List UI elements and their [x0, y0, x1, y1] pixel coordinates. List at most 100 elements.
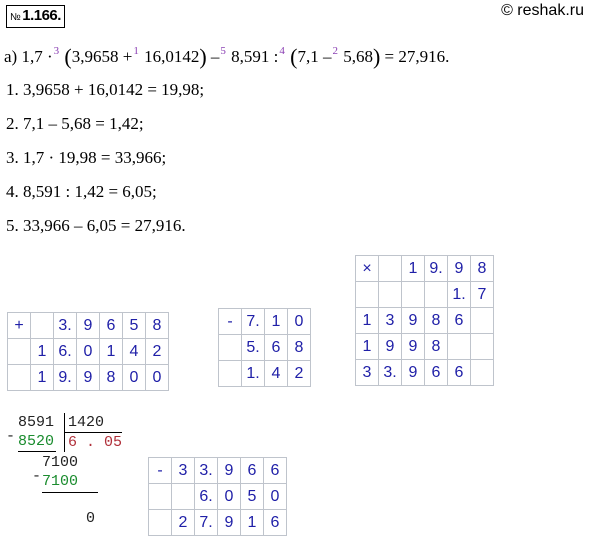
main-expression: а) 1,7 ·3 (3,9658 +1 16,0142) –5 8,591 :… [4, 42, 450, 69]
digit-cell: 1 [99, 338, 123, 365]
order-4: 4 [279, 45, 285, 57]
digit-cell: 6 [240, 457, 264, 484]
rule-1 [18, 451, 56, 452]
grid-row: +3. 9 6 5 8 [7, 312, 169, 339]
digit-cell [148, 483, 172, 510]
digit-cell [401, 281, 425, 308]
term-b: 3,9658 + [71, 47, 133, 66]
grid-row: 1. 4 2 [218, 360, 311, 387]
order-2: 2 [332, 45, 338, 57]
digit-cell: 6 [263, 457, 287, 484]
digit-cell: 1 [264, 308, 288, 335]
digit-cell: 9 [217, 457, 241, 484]
op-multiply: · [46, 47, 53, 66]
digit-cell: 4 [122, 338, 146, 365]
digit-cell: 8 [470, 255, 494, 282]
digit-cell: 7. [241, 308, 265, 335]
digit-cell: 0 [76, 338, 100, 365]
digit-cell: 9 [217, 509, 241, 536]
step-4: 4. 8,591 : 1,42 = 6,05; [6, 182, 157, 201]
digit-cell: 6 [447, 359, 471, 386]
grid-row: 5. 6 8 [218, 334, 311, 361]
operator-sign: × [355, 255, 379, 282]
digit-cell [218, 334, 242, 361]
paren-open-2: ( [290, 44, 298, 69]
digit-cell [30, 312, 54, 339]
grid-row: 13986 [355, 307, 494, 334]
digit-cell: 0 [217, 483, 241, 510]
digit-cell: 9 [76, 364, 100, 391]
digit-cell: 1 [30, 364, 54, 391]
rule-2 [42, 492, 98, 493]
digit-cell [424, 281, 448, 308]
digit-cell [378, 255, 402, 282]
paren-close-2: ) [372, 44, 381, 69]
term-e: 7,1 – [297, 47, 332, 66]
digit-cell: 9 [378, 333, 402, 360]
digit-cell: 8 [145, 312, 169, 339]
remainder-1: 7100 [42, 454, 79, 471]
problem-number: № 1.166. [6, 5, 65, 28]
order-3: 3 [53, 45, 60, 57]
digit-cell: 5 [240, 483, 264, 510]
term-c: 16,0142 [144, 47, 200, 66]
quotient: 6 . 05 [64, 432, 123, 452]
number-prefix: № [10, 12, 21, 23]
digit-cell: 2 [171, 509, 195, 536]
digit-cell: 6. [194, 483, 218, 510]
digit-cell [7, 364, 31, 391]
minus-1: - [6, 428, 16, 445]
operator-sign: + [7, 312, 31, 339]
digit-cell: 6 [264, 334, 288, 361]
digit-cell: 3. [53, 312, 77, 339]
subtraction-grid-2: -3 3. 9 6 6 6. 0 5 0 2 7. 9 1 6 [148, 457, 287, 536]
digit-cell: 0 [122, 364, 146, 391]
term-d: 8,591 : [231, 47, 279, 66]
final-remainder: 0 [86, 510, 96, 527]
digit-cell: 9 [401, 307, 425, 334]
digit-cell [378, 281, 402, 308]
step-1: 1. 3,9658 + 16,0142 = 19,98; [6, 80, 205, 99]
digit-cell [470, 359, 494, 386]
expression-result: = 27,916. [384, 47, 450, 66]
digit-cell: 9 [76, 312, 100, 339]
digit-cell: 6 [263, 509, 287, 536]
digit-cell: 6 [424, 359, 448, 386]
paren-close: ) [199, 44, 207, 69]
digit-cell: 9 [401, 333, 425, 360]
digit-cell: 6. [53, 338, 77, 365]
step-5: 5. 33,966 – 6,05 = 27,916. [6, 216, 186, 235]
digit-cell: 3 [171, 457, 195, 484]
grid-row: 1 9. 9 8 0 0 [7, 364, 169, 391]
grid-row: 1998 [355, 333, 494, 360]
digit-cell [148, 509, 172, 536]
digit-cell: 2 [287, 360, 311, 387]
digit-cell: 7. [194, 509, 218, 536]
digit-cell: 8 [99, 364, 123, 391]
digit-cell: 3. [194, 457, 218, 484]
digit-cell [218, 360, 242, 387]
paren-open: ( [64, 44, 72, 69]
term-a: 1,7 [21, 47, 43, 66]
digit-cell: 1 [401, 255, 425, 282]
grid-row: 1. 7 [355, 281, 494, 308]
digit-cell [7, 338, 31, 365]
grid-row: -3 3. 9 6 6 [148, 457, 287, 484]
digit-cell: 5 [122, 312, 146, 339]
digit-cell: 4 [264, 360, 288, 387]
grid-row: 6. 0 5 0 [148, 483, 287, 510]
digit-cell: 9. [53, 364, 77, 391]
order-1: 1 [133, 45, 139, 57]
step-2: 2. 7,1 – 5,68 = 1,42; [6, 114, 144, 133]
digit-cell [470, 307, 494, 334]
divisor: 1420 [64, 413, 104, 432]
digit-cell: 1. [241, 360, 265, 387]
addition-grid: +3. 9 6 5 8 1 6. 0 1 4 2 1 9. 9 8 0 0 [7, 312, 169, 391]
digit-cell [447, 333, 471, 360]
long-division: 8591 1420 - 8520 6 . 05 7100 - 7100 0 [6, 413, 136, 533]
digit-cell: 1 [355, 333, 379, 360]
step-3: 3. 1,7 · 19,98 = 33,966; [6, 148, 167, 167]
digit-cell: 0 [287, 308, 311, 335]
digit-cell: 3 [355, 359, 379, 386]
op-minus: – [210, 47, 220, 66]
